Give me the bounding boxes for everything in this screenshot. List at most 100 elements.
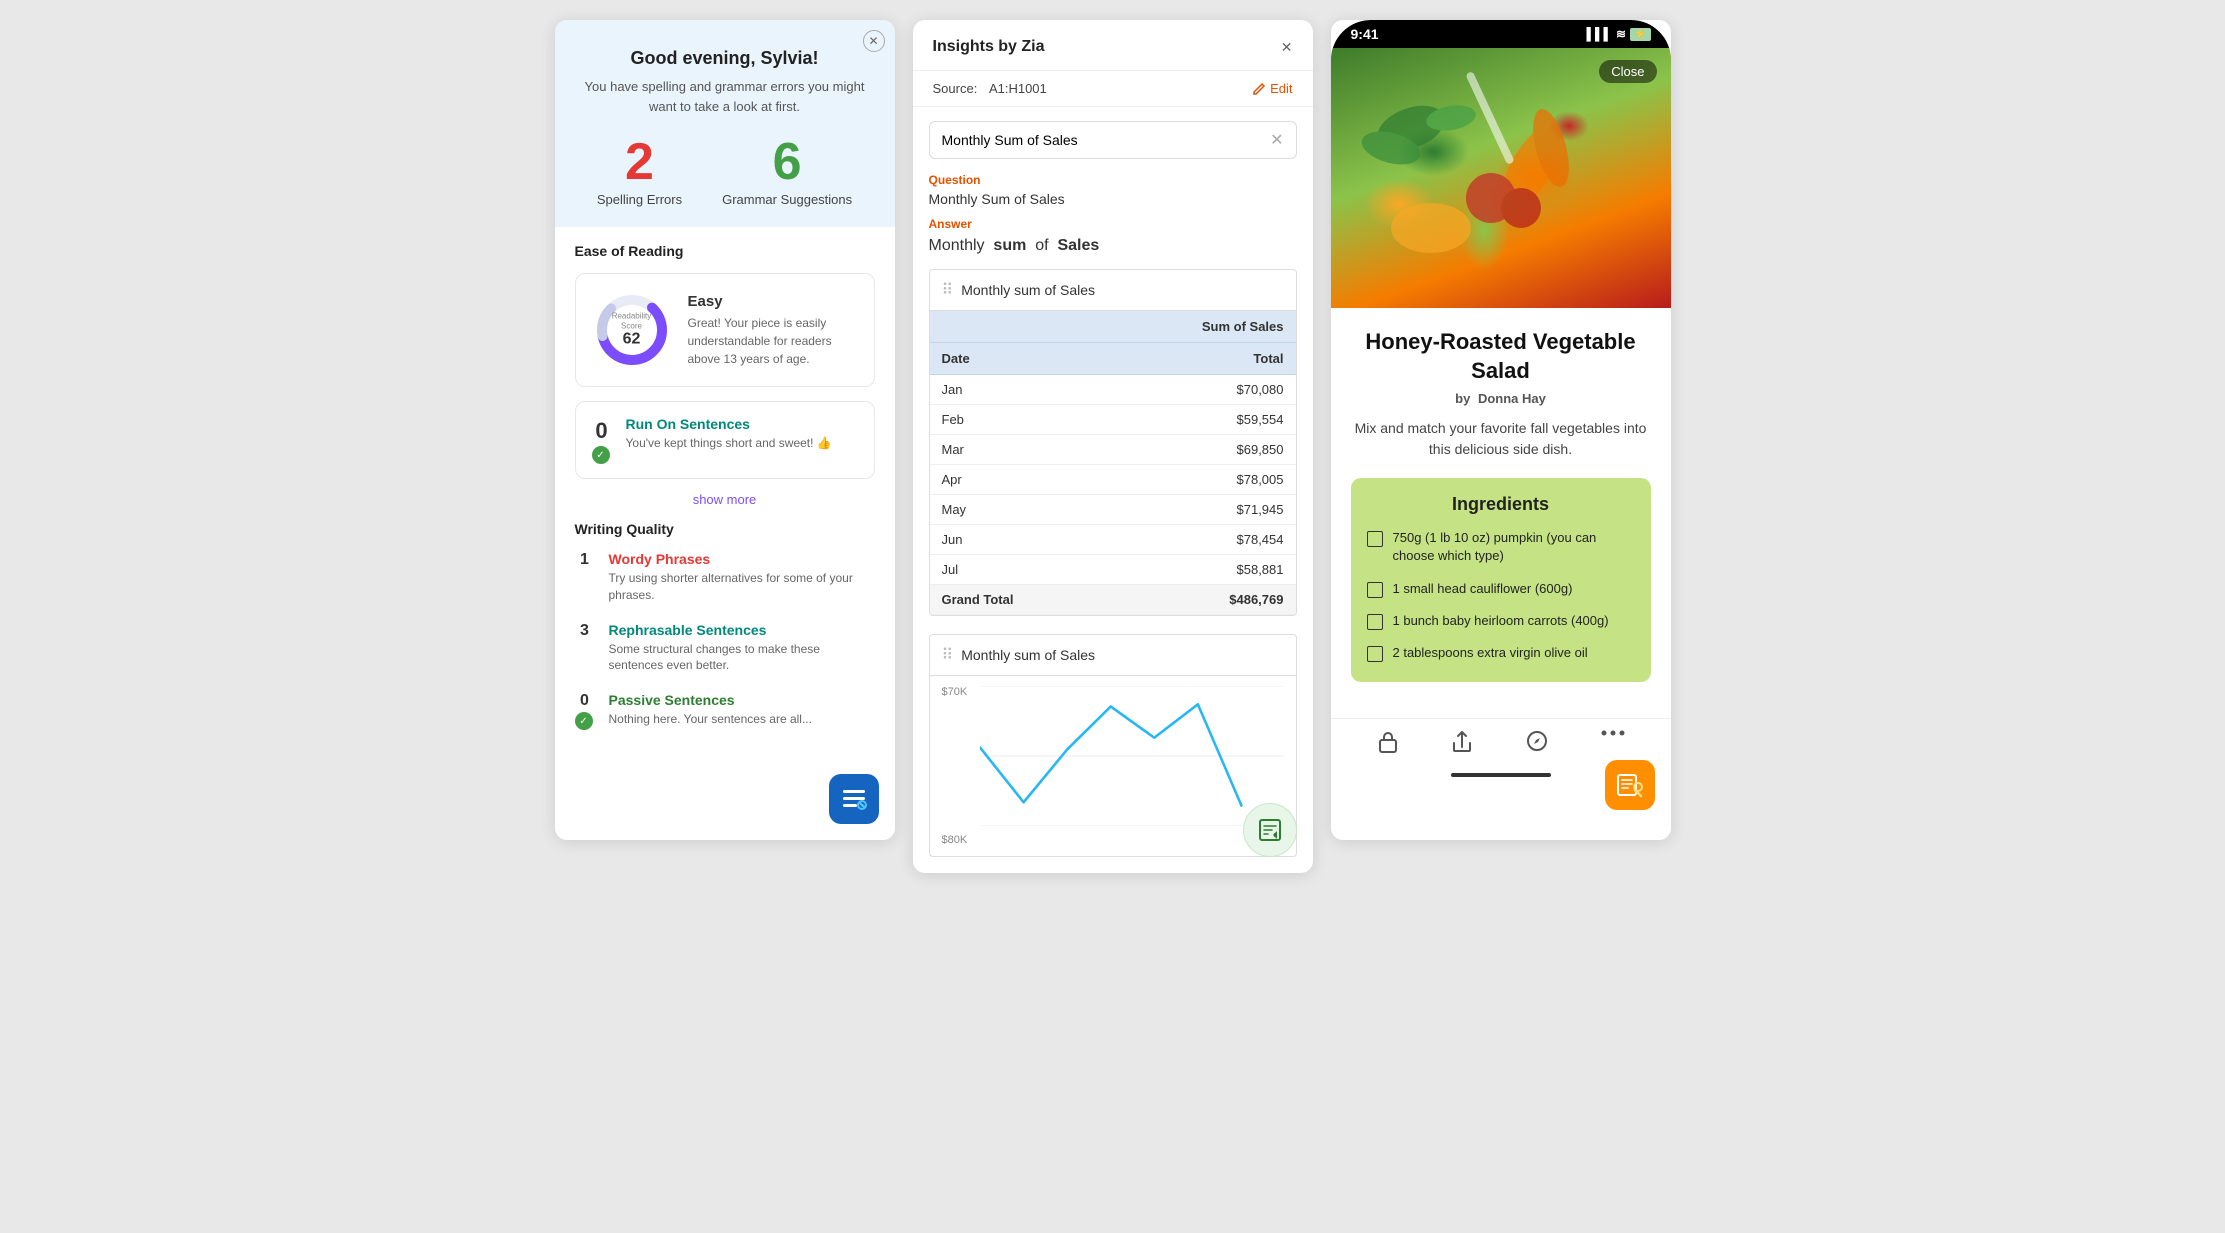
- answer-sum: sum: [993, 237, 1026, 254]
- row-total: $70,080: [1131, 375, 1295, 405]
- compass-icon[interactable]: [1525, 729, 1549, 755]
- wordy-desc: Try using shorter alternatives for some …: [609, 570, 875, 604]
- chart-section-title: Monthly sum of Sales: [961, 647, 1095, 663]
- spelling-count: 2: [597, 136, 682, 188]
- ease-of-reading-title: Ease of Reading: [575, 243, 875, 259]
- table-section-title: Monthly sum of Sales: [961, 282, 1095, 298]
- readability-score-label: Readability Score: [612, 311, 652, 330]
- row-total: $69,850: [1131, 435, 1295, 465]
- ingredient-checkbox[interactable]: [1367, 582, 1383, 598]
- recipe-body: Honey-Roasted Vegetable Salad by Donna H…: [1331, 308, 1671, 702]
- question-label: Question: [929, 173, 1297, 187]
- ingredient-item: 1 bunch baby heirloom carrots (400g): [1367, 612, 1635, 630]
- status-bar: 9:41 ▌▌▌ ≋ ⚡: [1331, 20, 1671, 48]
- author-prefix: by: [1455, 391, 1470, 406]
- ingredients-list: 750g (1 lb 10 oz) pumpkin (you can choos…: [1367, 529, 1635, 662]
- answer-text: Monthly sum of Sales: [929, 237, 1297, 255]
- zia-insights-panel: Insights by Zia ✕ Source: A1:H1001 Edit …: [913, 20, 1313, 873]
- zia-header: Insights by Zia ✕: [913, 20, 1313, 71]
- passive-sentences-item: 0 ✓ Passive Sentences Nothing here. Your…: [575, 692, 875, 730]
- answer-label: Answer: [929, 217, 1297, 231]
- rephrasable-item: 3 Rephrasable Sentences Some structural …: [575, 622, 875, 675]
- panel1-header: ✕ Good evening, Sylvia! You have spellin…: [555, 20, 895, 227]
- grand-total-value: $486,769: [1131, 585, 1295, 615]
- phone-toolbar: [1331, 718, 1671, 765]
- close-button[interactable]: Close: [1599, 60, 1656, 83]
- show-more-link[interactable]: show more: [575, 491, 875, 509]
- readability-desc: Great! Your piece is easily understandab…: [688, 314, 858, 368]
- chart-section: ⠿ Monthly sum of Sales $80K $70K: [929, 634, 1297, 857]
- grammar-label: Grammar Suggestions: [722, 192, 852, 207]
- chart-drag-icon[interactable]: ⠿: [942, 645, 954, 665]
- run-on-content: Run On Sentences You've kept things shor…: [626, 416, 832, 452]
- readability-info: Easy Great! Your piece is easily underst…: [688, 293, 858, 368]
- ingredients-section: Ingredients 750g (1 lb 10 oz) pumpkin (y…: [1351, 478, 1651, 682]
- rephrasable-count: 3: [575, 622, 595, 640]
- wordy-phrases-item: 1 Wordy Phrases Try using shorter altern…: [575, 551, 875, 604]
- row-date: Jun: [930, 525, 1132, 555]
- row-date: Mar: [930, 435, 1132, 465]
- donut-chart: Readability Score 62: [592, 290, 672, 370]
- run-on-desc: You've kept things short and sweet! 👍: [626, 435, 832, 452]
- recipe-description: Mix and match your favorite fall vegetab…: [1351, 418, 1651, 460]
- question-text: Monthly Sum of Sales: [929, 191, 1297, 207]
- subtitle-text: You have spelling and grammar errors you…: [575, 77, 875, 116]
- ingredient-item: 2 tablespoons extra virgin olive oil: [1367, 644, 1635, 662]
- edit-label[interactable]: Edit: [1270, 81, 1292, 96]
- table-row: Jan$70,080: [930, 375, 1296, 405]
- share-icon[interactable]: [1451, 729, 1473, 755]
- zia-close-icon[interactable]: ✕: [1281, 39, 1293, 56]
- table-row: May$71,945: [930, 495, 1296, 525]
- status-time: 9:41: [1351, 26, 1379, 42]
- col-total: Total: [1131, 343, 1295, 375]
- more-icon[interactable]: [1601, 729, 1625, 755]
- edit-button[interactable]: Edit: [1252, 81, 1292, 96]
- y-label-70k: $70K: [942, 686, 968, 698]
- ingredient-text: 750g (1 lb 10 oz) pumpkin (you can choos…: [1393, 529, 1635, 565]
- table-row: Feb$59,554: [930, 405, 1296, 435]
- ingredient-text: 1 bunch baby heirloom carrots (400g): [1393, 612, 1609, 630]
- ingredients-title: Ingredients: [1367, 494, 1635, 515]
- ingredient-checkbox[interactable]: [1367, 646, 1383, 662]
- row-date: Jan: [930, 375, 1132, 405]
- panel1-fab[interactable]: [829, 774, 879, 824]
- recipe-author: by Donna Hay: [1351, 391, 1651, 406]
- table-section-header: ⠿ Monthly sum of Sales: [930, 270, 1296, 311]
- recipe-hero-image: Close: [1331, 48, 1671, 308]
- grand-total-label: Grand Total: [930, 585, 1132, 615]
- show-more-text[interactable]: show more: [693, 492, 757, 507]
- writing-quality-title: Writing Quality: [575, 521, 875, 537]
- table-header-sum: Sum of Sales: [930, 311, 1296, 343]
- home-bar: [1451, 773, 1551, 777]
- source-value: A1:H1001: [989, 81, 1047, 96]
- ingredient-text: 2 tablespoons extra virgin olive oil: [1393, 644, 1588, 662]
- rephrasable-title: Rephrasable Sentences: [609, 622, 875, 638]
- table-row: Jul$58,881: [930, 555, 1296, 585]
- writing-assistant-panel: ✕ Good evening, Sylvia! You have spellin…: [555, 20, 895, 840]
- recipe-fab[interactable]: [1605, 760, 1655, 810]
- zia-export-button[interactable]: [1243, 803, 1297, 857]
- drag-icon[interactable]: ⠿: [942, 280, 954, 300]
- checkmark-icon: ✓: [592, 446, 610, 464]
- lock-icon[interactable]: [1377, 729, 1399, 755]
- ingredient-checkbox[interactable]: [1367, 614, 1383, 630]
- row-date: Feb: [930, 405, 1132, 435]
- run-on-title: Run On Sentences: [626, 416, 832, 432]
- grammar-count: 6: [722, 136, 852, 188]
- author-name: Donna Hay: [1478, 391, 1546, 406]
- sales-table: Sum of Sales Date Total Jan$70,080Feb$59…: [930, 311, 1296, 615]
- spelling-label: Spelling Errors: [597, 192, 682, 207]
- close-icon[interactable]: ✕: [863, 30, 885, 52]
- wordy-title: Wordy Phrases: [609, 551, 875, 567]
- search-bar[interactable]: ✕: [929, 121, 1297, 159]
- writing-quality-section: Writing Quality 1 Wordy Phrases Try usin…: [575, 521, 875, 730]
- row-date: May: [930, 495, 1132, 525]
- passive-desc: Nothing here. Your sentences are all...: [609, 711, 812, 728]
- passive-checkmark-icon: ✓: [575, 712, 593, 730]
- zia-source-row: Source: A1:H1001 Edit: [913, 71, 1313, 107]
- search-clear-icon[interactable]: ✕: [1270, 130, 1283, 150]
- ingredient-checkbox[interactable]: [1367, 531, 1383, 547]
- search-input[interactable]: [942, 132, 1263, 148]
- readability-level: Easy: [688, 293, 858, 310]
- row-total: $78,005: [1131, 465, 1295, 495]
